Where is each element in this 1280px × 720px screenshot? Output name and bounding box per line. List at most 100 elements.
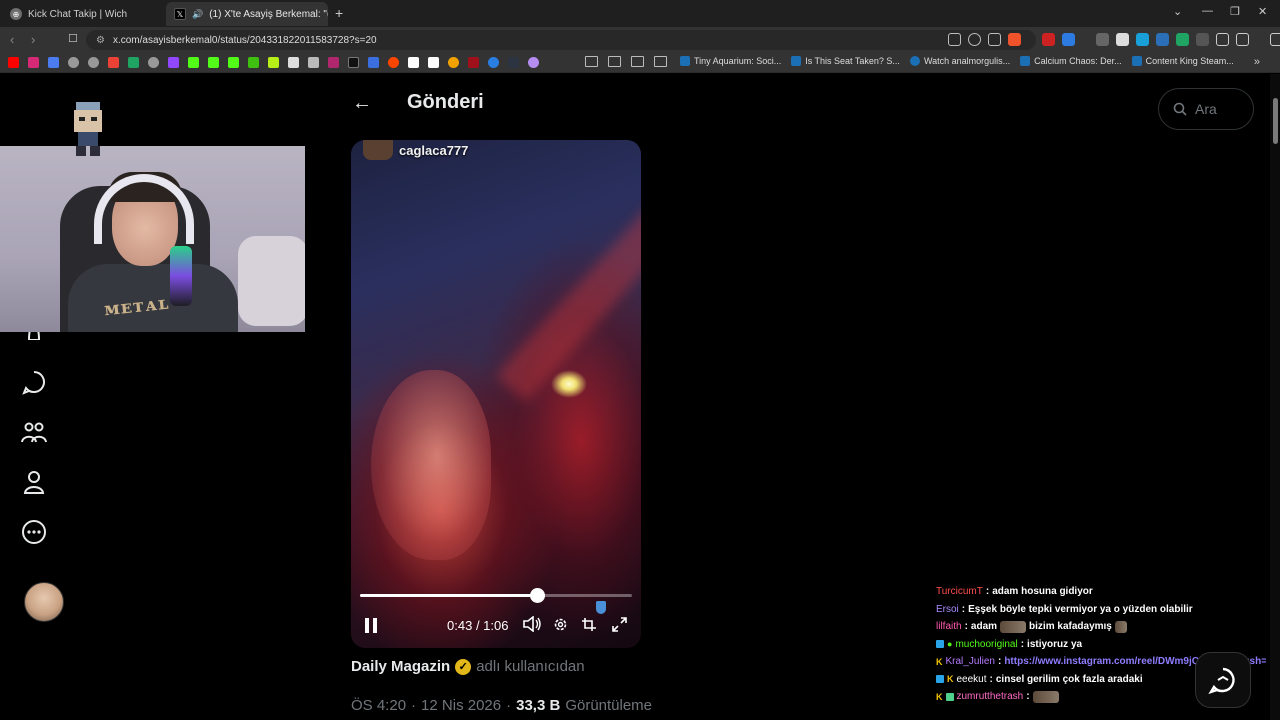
- verified-badge-icon: ✓: [455, 658, 472, 675]
- minimize-icon[interactable]: —: [1202, 5, 1213, 17]
- bookmark-p-icon[interactable]: [408, 57, 419, 68]
- folder-icon[interactable]: [608, 56, 621, 67]
- address-bar[interactable]: ⚙ x.com/asayisberkemal0/status/204331822…: [86, 30, 1036, 50]
- bookmark-gray-icon[interactable]: [308, 57, 319, 68]
- bookmark-icon[interactable]: ☐: [68, 32, 78, 45]
- steam-icon: [1131, 56, 1142, 66]
- kick-alt-icon[interactable]: [268, 57, 279, 68]
- volume-icon[interactable]: [523, 615, 541, 635]
- kick-badge-icon: ●: [947, 639, 953, 650]
- account-avatar[interactable]: [24, 582, 64, 622]
- extension-blue-icon[interactable]: [1062, 33, 1075, 46]
- pause-button[interactable]: [365, 618, 379, 634]
- tab-x-post[interactable]: 𝕏 🔊 (1) X'te Asayiş Berkemal: "(Küfür ✕: [166, 2, 328, 26]
- cast-icon[interactable]: [948, 33, 961, 46]
- tab-title: (1) X'te Asayiş Berkemal: "(Küfür: [209, 8, 328, 20]
- messages-icon[interactable]: [20, 368, 48, 396]
- chat-message: lilfaith : adam bizim kafadaymış: [936, 618, 1266, 636]
- x-logo-icon: 𝕏: [174, 8, 186, 20]
- bookmark-link[interactable]: Is This Seat Taken? S...: [791, 56, 900, 66]
- puzzle-icon[interactable]: [1216, 33, 1229, 46]
- folder-icon[interactable]: [585, 56, 598, 67]
- tab-kick-chat[interactable]: ⊕ Kick Chat Takip | Wich: [2, 2, 166, 26]
- kick-icon[interactable]: [208, 57, 219, 68]
- scrollbar[interactable]: [1270, 74, 1280, 720]
- bookmark-link[interactable]: Calcium Chaos: Der...: [1020, 56, 1122, 66]
- gmail-icon[interactable]: [108, 57, 119, 68]
- bookmarks-overflow-icon[interactable]: »: [1254, 56, 1260, 68]
- post-time[interactable]: ÖS 4:20: [351, 697, 406, 714]
- bookmark-link[interactable]: Watch analmorgulis...: [909, 56, 1010, 66]
- bookmark-link[interactable]: Content King Steam...: [1131, 56, 1234, 66]
- kick-alt-icon[interactable]: [248, 57, 259, 68]
- video-scrubber-handle[interactable]: [530, 588, 546, 603]
- fullscreen-icon[interactable]: [612, 617, 627, 635]
- globe-icon[interactable]: [88, 57, 99, 68]
- bookmark-purple-icon[interactable]: [528, 57, 539, 68]
- search-input[interactable]: Ara: [1158, 88, 1254, 130]
- media-icon[interactable]: [1270, 33, 1280, 46]
- bookmark-blue-icon[interactable]: [368, 57, 379, 68]
- bookmark-blue-icon[interactable]: [48, 57, 59, 68]
- chat-message: Ersoi : Eşşek böyle tepki vermiyor ya o …: [936, 601, 1266, 619]
- forward-icon[interactable]: ›: [31, 32, 35, 47]
- close-window-icon[interactable]: ✕: [1258, 5, 1267, 18]
- extension-gray-icon[interactable]: [1096, 33, 1109, 46]
- video-progress-bar[interactable]: [360, 588, 632, 603]
- grok-chat-button[interactable]: [1195, 652, 1251, 708]
- globe-icon[interactable]: [148, 57, 159, 68]
- site-info-icon[interactable]: ⚙: [96, 35, 105, 46]
- extension-cam-icon[interactable]: [1196, 33, 1209, 46]
- restore-icon[interactable]: ❐: [1230, 5, 1240, 18]
- bookmark-link[interactable]: Tiny Aquarium: Soci...: [680, 56, 781, 66]
- settings-gear-icon[interactable]: [553, 617, 568, 635]
- folder-icon[interactable]: [631, 56, 644, 67]
- amazon-icon[interactable]: [428, 57, 439, 68]
- globe-icon[interactable]: [68, 57, 79, 68]
- x-logo-icon[interactable]: [348, 57, 359, 68]
- new-tab-button[interactable]: +: [335, 5, 343, 21]
- scrollbar-thumb[interactable]: [1273, 98, 1278, 144]
- sidebar-icon[interactable]: [1236, 33, 1249, 46]
- share-icon[interactable]: [988, 33, 1001, 46]
- chat-text: bizim kafadaymış: [1029, 621, 1112, 633]
- folder-icon[interactable]: [654, 56, 667, 67]
- extension-green-icon[interactable]: [1176, 33, 1189, 46]
- video-frame-light: [495, 197, 641, 403]
- extension-white-icon[interactable]: [1116, 33, 1129, 46]
- video-player[interactable]: caglaca777 0:43 / 1:06: [351, 140, 641, 648]
- bookmark-red-icon[interactable]: [328, 57, 339, 68]
- instagram-icon[interactable]: [28, 57, 39, 68]
- communities-icon[interactable]: [20, 418, 48, 446]
- extension-red-icon[interactable]: [1042, 33, 1055, 46]
- bookmark-orange-icon[interactable]: [448, 57, 459, 68]
- kick-icon[interactable]: [228, 57, 239, 68]
- kick-icon[interactable]: [188, 57, 199, 68]
- profile-icon[interactable]: [20, 468, 48, 496]
- speaker-icon[interactable]: 🔊: [192, 9, 203, 20]
- back-arrow-icon[interactable]: ←: [352, 92, 372, 115]
- post-date[interactable]: 12 Nis 2026: [421, 697, 501, 714]
- tab-search-icon[interactable]: ⌄: [1173, 5, 1182, 18]
- picture-in-picture-icon[interactable]: [581, 617, 597, 635]
- post-author: Daily Magazin ✓ adlı kullanıcıdan: [351, 658, 585, 675]
- author-name[interactable]: Daily Magazin: [351, 658, 450, 675]
- extension-cyan-icon[interactable]: [1136, 33, 1149, 46]
- bookmark-dark-icon[interactable]: [548, 57, 559, 68]
- drive-icon[interactable]: [128, 57, 139, 68]
- twitch-icon[interactable]: [168, 57, 179, 68]
- bookmark-label: Tiny Aquarium: Soci...: [694, 56, 782, 66]
- zoom-icon[interactable]: [968, 33, 981, 46]
- chat-text: istiyoruz ya: [1027, 638, 1083, 650]
- brave-shield-icon[interactable]: [1008, 33, 1021, 46]
- youtube-icon[interactable]: [8, 57, 19, 68]
- extension-multi-icon[interactable]: [1156, 33, 1169, 46]
- bookmark-text-icon[interactable]: [508, 57, 519, 68]
- bookmark-blue-round-icon[interactable]: [488, 57, 499, 68]
- anchor-icon[interactable]: [288, 57, 299, 68]
- bookmark-darkred-icon[interactable]: [468, 57, 479, 68]
- duration: 1:06: [483, 618, 509, 633]
- reddit-icon[interactable]: [388, 57, 399, 68]
- more-icon[interactable]: [20, 518, 48, 546]
- back-icon[interactable]: ‹: [10, 32, 14, 47]
